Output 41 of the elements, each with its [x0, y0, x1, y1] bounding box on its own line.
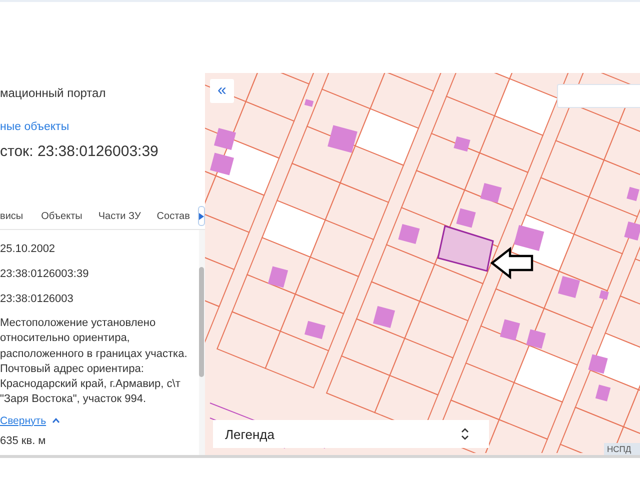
tab[interactable]: Состав	[148, 204, 198, 228]
building-shape	[626, 186, 640, 202]
parcel-title: сток: 23:38:0126003:39	[0, 143, 160, 162]
field-value: 25.10.2002	[0, 242, 56, 257]
legend-dropdown[interactable]: Легенда	[213, 420, 489, 448]
building-shape	[500, 319, 520, 341]
legend-label: Легенда	[225, 426, 274, 442]
tab[interactable]: висы	[0, 204, 34, 228]
map-attribution: НСПД	[604, 443, 640, 455]
building-shape	[588, 354, 608, 374]
objects-link[interactable]: ные объекты	[0, 121, 205, 136]
portal-title: мационный портал	[0, 86, 107, 102]
tab[interactable]: Части ЗУ	[90, 204, 149, 228]
building-shape	[304, 99, 314, 107]
building-shape	[624, 221, 640, 241]
building-shape	[214, 128, 236, 150]
collapse-panel-button[interactable]: «	[210, 79, 234, 103]
building-shape	[454, 136, 470, 152]
tab[interactable]: Объекты	[33, 204, 90, 228]
building-shape	[456, 208, 476, 228]
arrow-drawing	[490, 246, 534, 280]
field-value: 23:38:0126003:39	[0, 267, 90, 282]
building-shape	[268, 266, 288, 288]
field-value: 23:38:0126003	[0, 292, 74, 307]
address-text: Местоположение установлено относительно ориентира, расположенного в границах участка. Почтовый адрес ориентира: Краснодарский край, г.Армавир, с\т "Заря Востока", участок 994.	[0, 316, 188, 408]
scrollbar-thumb[interactable]	[199, 267, 204, 377]
area-value: 635 кв. м	[0, 434, 47, 449]
scrollbar[interactable]	[199, 230, 205, 455]
building-shape	[328, 125, 358, 153]
selected-parcel[interactable]	[437, 225, 494, 272]
building-shape	[304, 320, 326, 340]
building-shape	[595, 384, 611, 402]
building-shape	[558, 276, 580, 298]
tabs-next-button[interactable]	[198, 206, 205, 226]
collapse-link[interactable]: Свернуть	[0, 414, 46, 427]
building-shape	[480, 182, 502, 204]
building-shape	[526, 329, 546, 349]
search-field[interactable]	[557, 84, 640, 108]
up-down-chevron-icon	[461, 427, 469, 441]
caret-up-icon[interactable]	[52, 418, 60, 424]
building-shape	[372, 306, 396, 328]
